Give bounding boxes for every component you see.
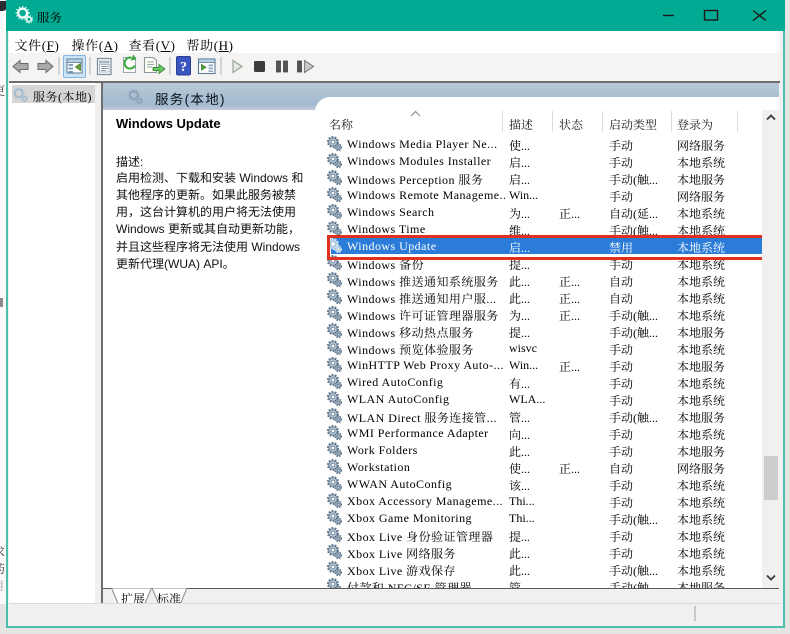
svg-text:?: ? bbox=[180, 60, 187, 75]
